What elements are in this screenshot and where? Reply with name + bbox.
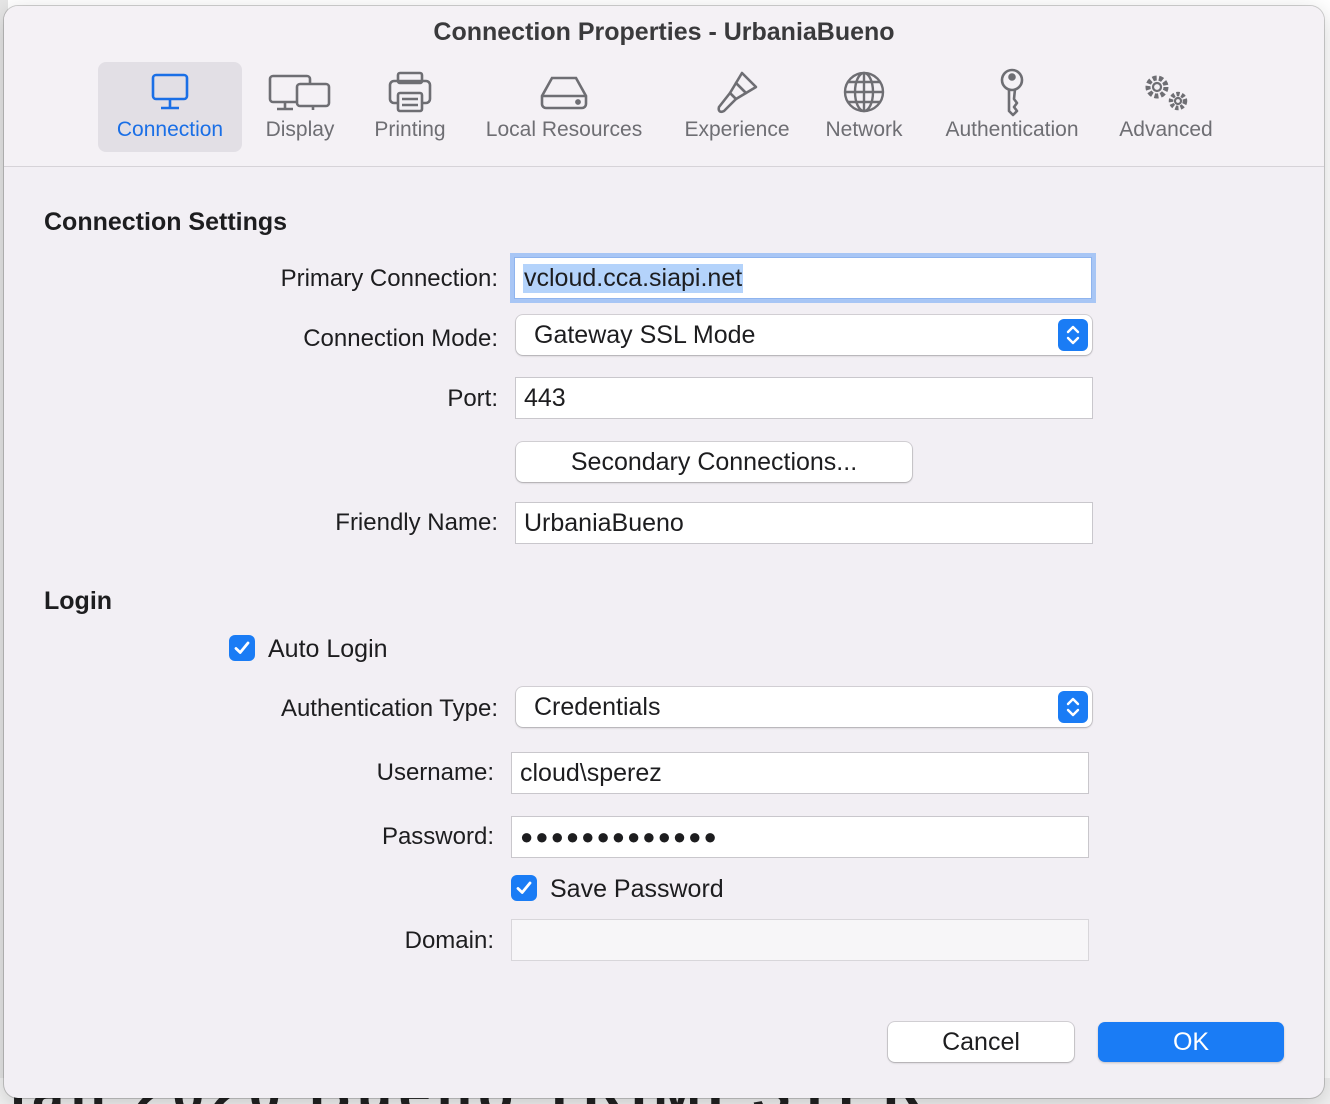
port-value: 443 [524,383,566,412]
domain-input[interactable] [511,919,1089,961]
authentication-type-select[interactable]: Credentials [516,687,1092,727]
tab-network[interactable]: Network [812,62,916,152]
tab-advanced[interactable]: Advanced [1104,62,1228,152]
password-label: Password: [381,823,494,850]
ok-button[interactable]: OK [1098,1022,1284,1062]
connection-mode-select[interactable]: Gateway SSL Mode [516,315,1092,355]
domain-label: Domain: [404,927,494,954]
save-password-checkbox[interactable] [511,875,537,901]
primary-connection-value: vcloud.cca.siapi.net [523,263,744,293]
login-heading: Login [44,587,113,615]
tab-connection[interactable]: Connection [98,62,242,152]
tab-label: Display [265,118,335,141]
authentication-type-label: Authentication Type: [280,695,498,722]
key-icon [977,68,1047,117]
drive-icon [529,68,599,116]
port-label: Port: [447,385,498,412]
save-password-label: Save Password [550,875,724,903]
tab-display[interactable]: Display [250,62,350,152]
chevron-up-down-icon [1058,691,1088,723]
username-input[interactable]: cloud\sperez [511,752,1089,794]
tab-printing[interactable]: Printing [360,62,460,152]
globe-icon [829,68,899,116]
secondary-connections-button[interactable]: Secondary Connections... [516,442,912,482]
tab-authentication[interactable]: Authentication [930,62,1094,152]
checkmark-icon [516,881,532,894]
connection-mode-value: Gateway SSL Mode [534,320,756,349]
tab-label: Local Resources [485,118,643,141]
tab-label: Network [825,118,903,141]
auto-login-checkbox[interactable] [229,635,255,661]
toolbar: Connection Properties - UrbaniaBueno Con… [4,6,1324,167]
checkmark-icon [234,641,250,654]
tab-label: Connection [116,118,224,141]
username-value: cloud\sperez [520,758,662,787]
connection-settings-heading: Connection Settings [44,208,288,236]
port-input[interactable]: 443 [515,377,1093,419]
window-title: Connection Properties - UrbaniaBueno [433,18,895,46]
friendly-name-label: Friendly Name: [335,509,498,536]
auto-login-label: Auto Login [268,635,388,663]
monitor-icon [135,68,205,116]
authentication-type-value: Credentials [534,692,661,721]
cancel-button[interactable]: Cancel [888,1022,1074,1062]
tab-experience[interactable]: Experience [672,62,802,152]
tab-label: Authentication [945,118,1079,141]
brush-icon [702,68,772,116]
primary-connection-input[interactable]: vcloud.cca.siapi.net [514,257,1092,299]
connection-properties-window: Connection Properties - UrbaniaBueno Con… [4,6,1324,1098]
friendly-name-value: UrbaniaBueno [524,508,684,537]
gears-icon [1131,68,1201,116]
chevron-up-down-icon [1058,319,1088,351]
password-value: ●●●●●●●●●●●●● [520,824,719,849]
tab-label: Printing [374,118,446,141]
primary-connection-label: Primary Connection: [280,265,498,292]
friendly-name-input[interactable]: UrbaniaBueno [515,502,1093,544]
tab-label: Experience [684,118,790,141]
tab-local-resources[interactable]: Local Resources [474,62,654,152]
printer-icon [375,68,445,116]
password-input[interactable]: ●●●●●●●●●●●●● [511,816,1089,858]
username-label: Username: [376,759,494,786]
dual-display-icon [265,68,335,116]
tab-label: Advanced [1119,118,1213,141]
connection-mode-label: Connection Mode: [303,325,498,352]
